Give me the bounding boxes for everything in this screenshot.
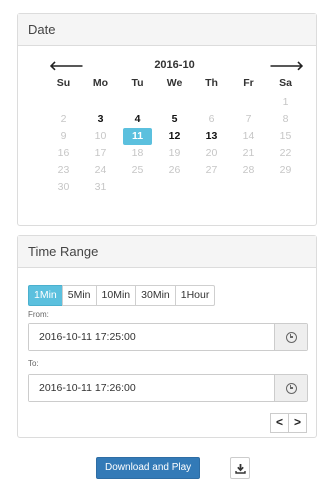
range-button-5min[interactable]: 5Min bbox=[61, 285, 97, 306]
calendar: 🡐 2016-10 🡒 Su Mo Tu We Th Fr Sa 1 2 3 4 5 6 7 8 9 10 11 1… bbox=[45, 56, 304, 196]
range-button-1hour[interactable]: 1Hour bbox=[174, 285, 216, 306]
calendar-month-label[interactable]: 2016-10 bbox=[45, 59, 304, 71]
weekday-header: Sa bbox=[279, 77, 292, 89]
clock-icon bbox=[285, 331, 297, 343]
to-label: To: bbox=[28, 359, 39, 368]
from-datetime-input[interactable] bbox=[29, 324, 274, 350]
calendar-day: 7 bbox=[245, 113, 252, 125]
calendar-day: 26 bbox=[168, 164, 181, 176]
weekday-header: Mo bbox=[92, 77, 109, 89]
calendar-day: 15 bbox=[279, 130, 292, 142]
from-label: From: bbox=[28, 310, 49, 319]
save-button[interactable] bbox=[230, 457, 250, 479]
next-month-arrow-icon[interactable]: 🡒 bbox=[269, 58, 304, 74]
weekday-header: Tu bbox=[131, 77, 144, 89]
download-and-play-button[interactable]: Download and Play bbox=[96, 457, 201, 479]
prev-range-button[interactable]: < bbox=[270, 413, 289, 433]
calendar-day: 28 bbox=[242, 164, 255, 176]
range-button-1min[interactable]: 1Min bbox=[28, 285, 63, 306]
calendar-nav: 🡐 2016-10 🡒 bbox=[45, 56, 304, 76]
download-icon bbox=[234, 463, 246, 474]
date-panel-title: Date bbox=[18, 14, 316, 46]
clock-icon bbox=[285, 382, 297, 394]
calendar-day bbox=[156, 94, 193, 111]
calendar-grid: Su Mo Tu We Th Fr Sa 1 2 3 4 5 6 7 8 9 10 11 12 13 14 15 16 17 1… bbox=[45, 76, 304, 196]
calendar-day: 21 bbox=[242, 147, 255, 159]
calendar-day[interactable]: 3 bbox=[82, 111, 119, 128]
from-clock-button[interactable] bbox=[274, 324, 307, 350]
range-button-30min[interactable]: 30Min bbox=[135, 285, 176, 306]
weekday-header: Th bbox=[205, 77, 218, 89]
calendar-day: 10 bbox=[94, 130, 107, 142]
from-input-group bbox=[28, 323, 308, 351]
time-range-title: Time Range bbox=[18, 236, 316, 268]
weekday-header: Su bbox=[56, 77, 71, 89]
calendar-day: 16 bbox=[57, 147, 70, 159]
calendar-day-selected[interactable]: 11 bbox=[123, 128, 152, 145]
calendar-day bbox=[193, 94, 230, 111]
range-button-10min[interactable]: 10Min bbox=[95, 285, 137, 306]
calendar-day[interactable]: 4 bbox=[119, 111, 156, 128]
calendar-day: 29 bbox=[279, 164, 292, 176]
calendar-day: 27 bbox=[205, 164, 218, 176]
calendar-day: 6 bbox=[208, 113, 215, 125]
to-input-group bbox=[28, 374, 308, 402]
weekday-header: We bbox=[166, 77, 183, 89]
calendar-day: 2 bbox=[60, 113, 67, 125]
to-clock-button[interactable] bbox=[274, 375, 307, 401]
calendar-day: 19 bbox=[168, 147, 181, 159]
calendar-day: 22 bbox=[279, 147, 292, 159]
calendar-day: 18 bbox=[131, 147, 144, 159]
next-range-button[interactable]: > bbox=[288, 413, 307, 433]
calendar-day: 23 bbox=[57, 164, 70, 176]
weekday-header: Fr bbox=[243, 77, 254, 89]
calendar-day[interactable]: 12 bbox=[156, 128, 193, 145]
calendar-day: 20 bbox=[205, 147, 218, 159]
calendar-day: 14 bbox=[242, 130, 255, 142]
calendar-day bbox=[267, 179, 304, 196]
calendar-day: 9 bbox=[60, 130, 67, 142]
calendar-day: 30 bbox=[57, 181, 70, 193]
calendar-day bbox=[119, 179, 156, 196]
calendar-day bbox=[230, 179, 267, 196]
time-pager: < > bbox=[270, 413, 307, 433]
calendar-day: 17 bbox=[94, 147, 107, 159]
calendar-day bbox=[82, 94, 119, 111]
calendar-day: 8 bbox=[282, 113, 289, 125]
calendar-day[interactable]: 5 bbox=[156, 111, 193, 128]
calendar-day bbox=[119, 94, 156, 111]
time-range-panel: Time Range 1Min 5Min 10Min 30Min 1Hour From:… bbox=[17, 235, 317, 438]
range-button-group: 1Min 5Min 10Min 30Min 1Hour bbox=[28, 285, 216, 306]
calendar-day bbox=[193, 179, 230, 196]
calendar-day: 1 bbox=[282, 96, 289, 108]
calendar-day: 31 bbox=[94, 181, 107, 193]
calendar-day bbox=[45, 94, 82, 111]
calendar-day bbox=[230, 94, 267, 111]
to-datetime-input[interactable] bbox=[29, 375, 274, 401]
calendar-day: 25 bbox=[131, 164, 144, 176]
calendar-day[interactable]: 13 bbox=[193, 128, 230, 145]
calendar-day bbox=[156, 179, 193, 196]
calendar-day: 24 bbox=[94, 164, 107, 176]
